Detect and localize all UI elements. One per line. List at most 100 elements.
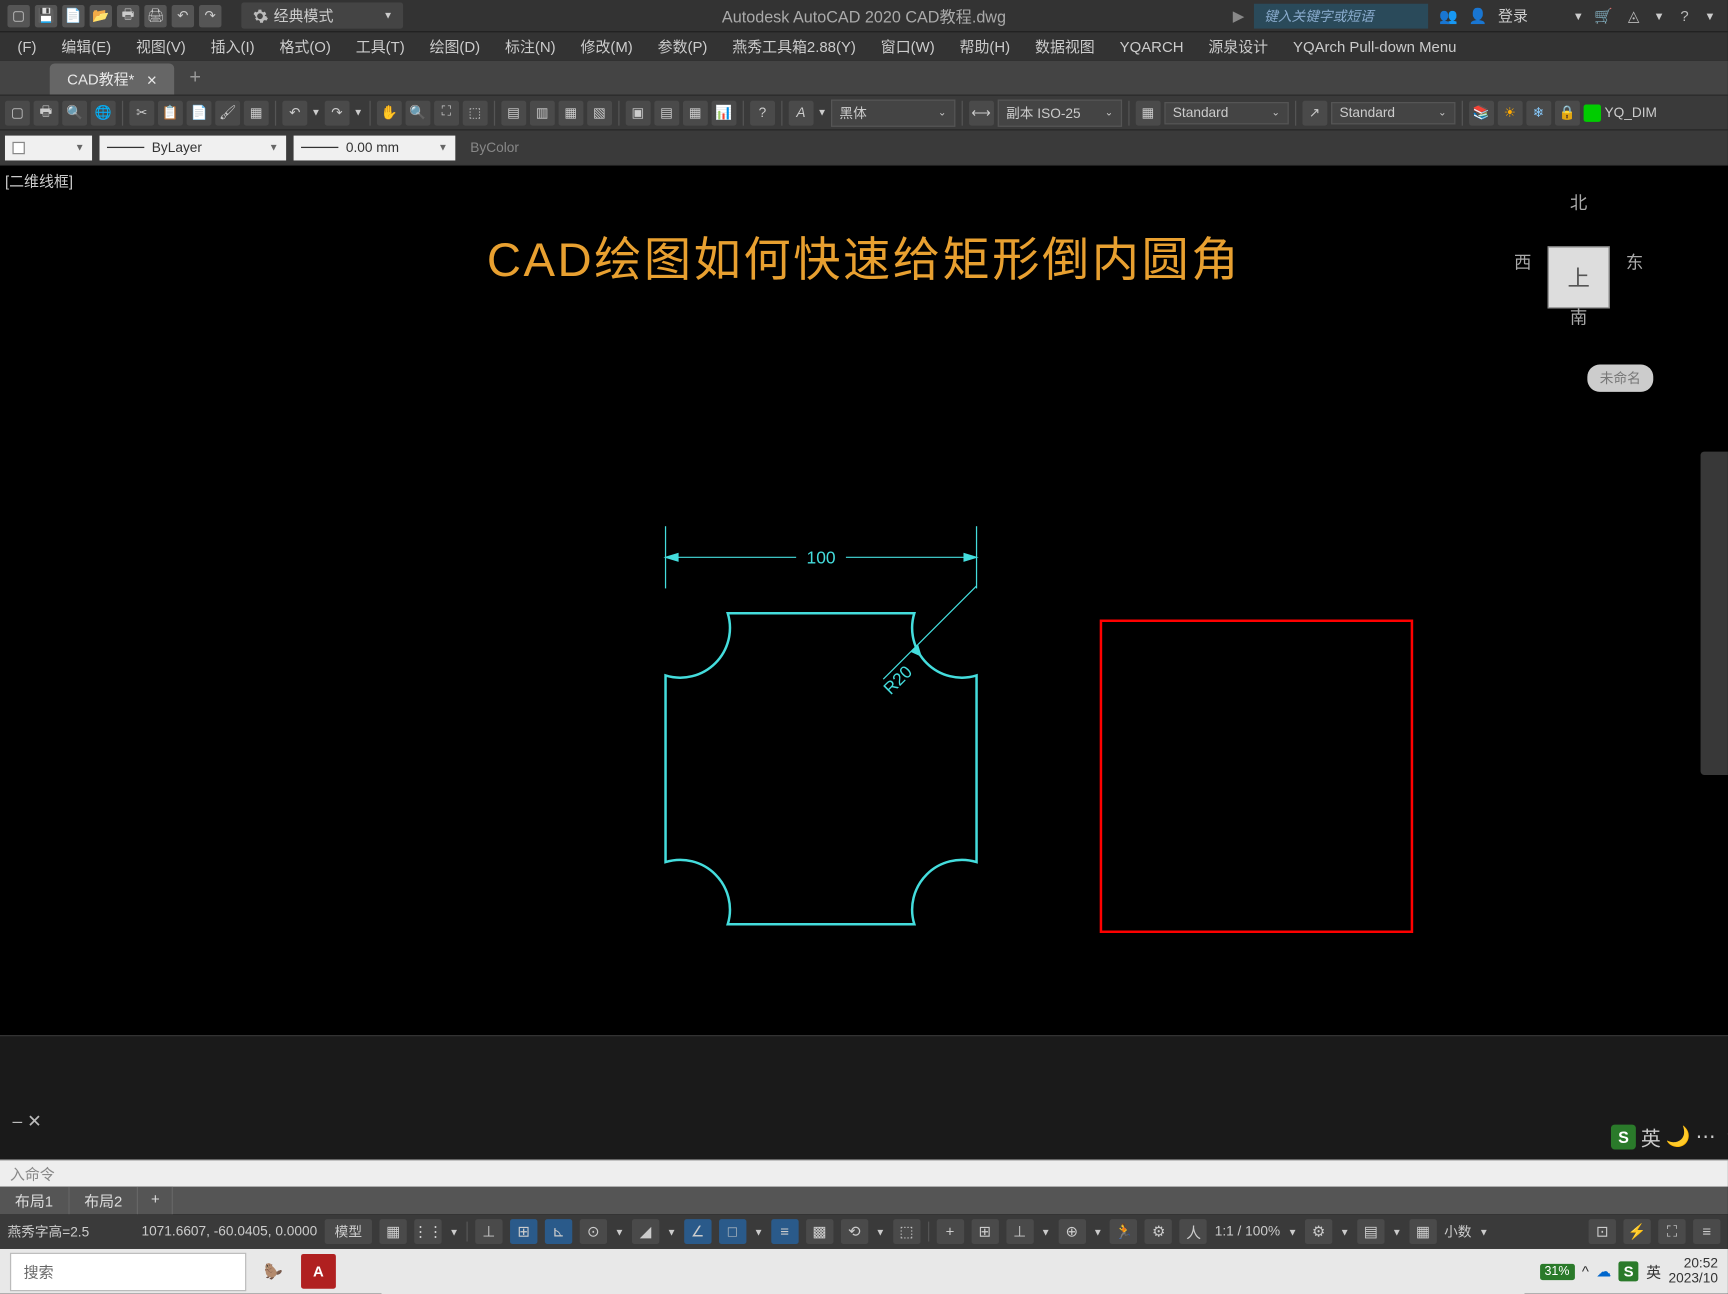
menu-yuanquan[interactable]: 源泉设计 xyxy=(1196,34,1281,60)
menu-yqarch[interactable]: YQARCH xyxy=(1107,35,1196,57)
qat-saveas-icon[interactable]: 📄 xyxy=(62,4,84,26)
gear-icon[interactable]: ⚙ xyxy=(1305,1219,1332,1244)
publish-icon[interactable]: 🌐 xyxy=(91,100,116,125)
redo-icon[interactable]: ↷ xyxy=(325,100,350,125)
chevron-down-icon[interactable]: ▼ xyxy=(353,107,363,118)
menu-dataview[interactable]: 数据视图 xyxy=(1023,34,1108,60)
otrack-icon[interactable]: □ xyxy=(719,1219,746,1244)
gizmo-icon[interactable]: ⊕ xyxy=(1058,1219,1085,1244)
qat-new-icon[interactable]: ▢ xyxy=(7,4,29,26)
qat-plot-icon[interactable]: 🖶 xyxy=(117,4,139,26)
qat-print-icon[interactable]: 🖨 xyxy=(144,4,166,26)
a360-icon[interactable]: ◬ xyxy=(1624,6,1644,26)
menu-file[interactable]: (F) xyxy=(5,35,49,57)
scale-icon[interactable]: 人 xyxy=(1180,1219,1207,1244)
menu-yqarch-pulldown[interactable]: YQArch Pull-down Menu xyxy=(1281,35,1469,57)
textstyle-dropdown[interactable]: Standard ⌄ xyxy=(1164,101,1288,123)
keyword-search-input[interactable]: 键入关键字或短语 xyxy=(1254,3,1428,28)
command-window[interactable]: –✕ S 英 🌙 ⋯ xyxy=(0,1035,1728,1159)
layer2-icon[interactable]: ▥ xyxy=(530,100,555,125)
menu-window[interactable]: 窗口(W) xyxy=(868,34,947,60)
menu-tools[interactable]: 工具(T) xyxy=(343,34,417,60)
tray-chevron-icon[interactable]: ^ xyxy=(1582,1263,1589,1280)
transparency-icon[interactable]: ▩ xyxy=(806,1219,833,1244)
grid-icon[interactable]: ▦ xyxy=(379,1219,406,1244)
new-icon[interactable]: ▢ xyxy=(5,100,30,125)
clean-icon[interactable]: ⛶ xyxy=(1658,1219,1685,1244)
tp-icon[interactable]: ▦ xyxy=(683,100,708,125)
lwt-icon[interactable]: ≡ xyxy=(771,1219,798,1244)
freeze-icon[interactable]: ❄ xyxy=(1526,100,1551,125)
layer3-icon[interactable]: ▦ xyxy=(558,100,583,125)
layout-tab-1[interactable]: 布局1 xyxy=(0,1187,69,1214)
text-style-icon[interactable]: A xyxy=(789,100,814,125)
qat-undo-icon[interactable]: ↶ xyxy=(172,4,194,26)
chevron-down-icon[interactable]: ▼ xyxy=(1653,9,1664,21)
font-dropdown[interactable]: 黑体 ⌄ xyxy=(831,99,955,126)
chevron-down-icon[interactable]: ▼ xyxy=(311,107,321,118)
block-icon[interactable]: ▦ xyxy=(244,100,269,125)
qv-icon[interactable]: ▦ xyxy=(1409,1219,1436,1244)
3dosnap-icon[interactable]: ⬚ xyxy=(893,1219,920,1244)
menu-help[interactable]: 帮助(H) xyxy=(947,34,1022,60)
menu-modify[interactable]: 修改(M) xyxy=(568,34,645,60)
viewcube-west[interactable]: 西 xyxy=(1514,250,1531,275)
linetype-combo[interactable]: ByLayer ▼ xyxy=(100,135,287,160)
new-tab-button[interactable]: + xyxy=(189,67,201,94)
ucs-icon[interactable]: ⊥ xyxy=(1006,1219,1033,1244)
drawing-area[interactable]: [二维线框] CAD绘图如何快速给矩形倒内圆角 100 R20 xyxy=(0,164,1728,1035)
battery-indicator[interactable]: 31% xyxy=(1540,1263,1575,1279)
annoscale-icon[interactable]: + xyxy=(936,1219,963,1244)
navigation-bar[interactable] xyxy=(1701,452,1728,775)
viewcube-south[interactable]: 南 xyxy=(1570,305,1587,330)
mleader-icon[interactable]: ↗ xyxy=(1302,100,1327,125)
share-icon[interactable]: 👥 xyxy=(1438,6,1458,26)
anno-vis-icon[interactable]: 🏃 xyxy=(1110,1219,1137,1244)
plotstyle-combo[interactable]: ByColor xyxy=(463,135,600,160)
color-combo[interactable]: ▼ xyxy=(5,135,92,160)
menu-insert[interactable]: 插入(I) xyxy=(198,34,267,60)
tray-sync-icon[interactable]: ☁ xyxy=(1596,1263,1611,1280)
copy-icon[interactable]: 📋 xyxy=(158,100,183,125)
cycling-icon[interactable]: ⟲ xyxy=(841,1219,868,1244)
chevron-down-icon[interactable]: ▼ xyxy=(614,1226,624,1237)
arrow-right-icon[interactable]: ▶ xyxy=(1233,7,1244,24)
osnap-icon[interactable]: ∠ xyxy=(684,1219,711,1244)
tray-sogou-icon[interactable]: S xyxy=(1619,1261,1639,1281)
taskbar-clock[interactable]: 20:52 2023/10 xyxy=(1668,1256,1717,1286)
qat-save-icon[interactable]: 💾 xyxy=(35,4,57,26)
taskbar-app-autocad[interactable]: A xyxy=(301,1254,336,1289)
close-icon[interactable]: × xyxy=(147,69,157,89)
hwaccel-icon[interactable]: ⚡ xyxy=(1623,1219,1650,1244)
iso-icon[interactable]: ◢ xyxy=(632,1219,659,1244)
command-close-button[interactable]: –✕ xyxy=(12,1111,41,1132)
help-icon[interactable]: ? xyxy=(750,100,775,125)
tray-ime-lang[interactable]: 英 xyxy=(1646,1261,1661,1282)
chevron-down-icon[interactable]: ▼ xyxy=(667,1226,677,1237)
chevron-down-icon[interactable]: ▼ xyxy=(1479,1226,1489,1237)
menu-dimension[interactable]: 标注(N) xyxy=(493,34,568,60)
chevron-down-icon[interactable]: ▼ xyxy=(1704,9,1715,21)
status-scale[interactable]: 1:1 / 100% xyxy=(1215,1224,1280,1239)
match-icon[interactable]: 🖌 xyxy=(215,100,240,125)
preview-icon[interactable]: 🔍 xyxy=(62,100,87,125)
viewcube-east[interactable]: 东 xyxy=(1626,250,1643,275)
chevron-down-icon[interactable]: ▼ xyxy=(1288,1226,1298,1237)
dynamic-input-icon[interactable]: ⊞ xyxy=(510,1219,537,1244)
layer-mgr-icon[interactable]: 📚 xyxy=(1469,100,1494,125)
isolate-icon[interactable]: ⊡ xyxy=(1589,1219,1616,1244)
qat-open-icon[interactable]: 📂 xyxy=(90,4,112,26)
layer-name[interactable]: YQ_DIM xyxy=(1604,105,1656,120)
color-swatch[interactable] xyxy=(1583,104,1600,121)
ssm-icon[interactable]: 📊 xyxy=(711,100,736,125)
tablestyle-dropdown[interactable]: Standard ⌄ xyxy=(1331,101,1455,123)
customize-icon[interactable]: ≡ xyxy=(1693,1219,1720,1244)
viewcube-top[interactable]: 上 xyxy=(1548,246,1610,308)
chevron-down-icon[interactable]: ▼ xyxy=(449,1226,459,1237)
status-decimal[interactable]: 小数 xyxy=(1444,1222,1471,1242)
visual-style-label[interactable]: [二维线框] xyxy=(5,170,73,191)
menu-format[interactable]: 格式(O) xyxy=(267,34,343,60)
print-icon[interactable]: 🖶 xyxy=(34,100,59,125)
command-input[interactable]: 入命令 xyxy=(0,1159,1728,1186)
viewcube[interactable]: 北 南 东 西 上 xyxy=(1504,190,1653,364)
